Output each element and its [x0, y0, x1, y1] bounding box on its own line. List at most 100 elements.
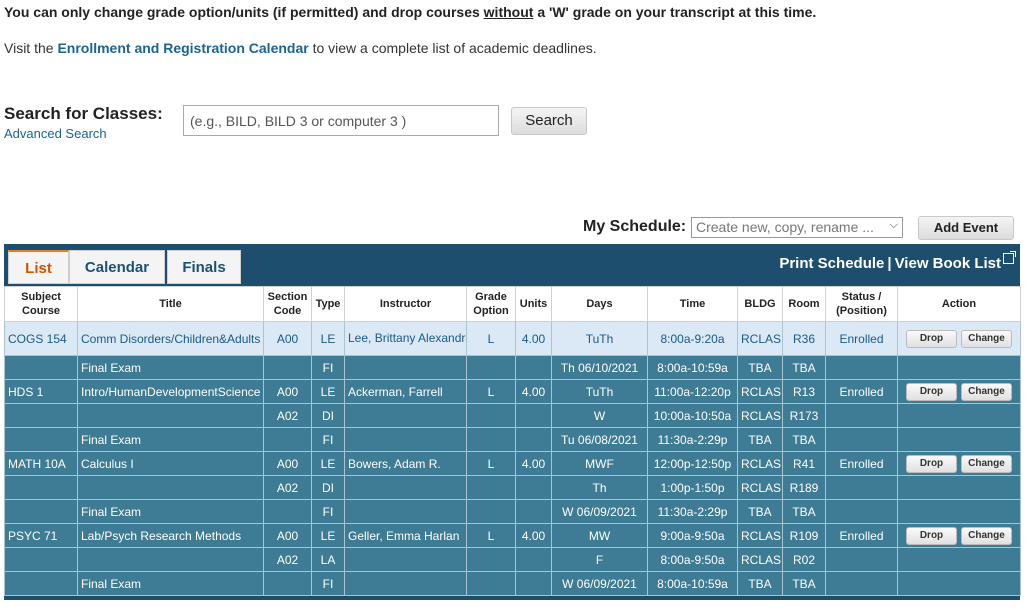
calendar-info-text: Visit the Enrollment and Registration Ca…	[4, 40, 597, 56]
cell-section: A00	[263, 379, 312, 404]
cell-title: Final Exam	[77, 571, 264, 596]
cell-action: Drop Change	[897, 379, 1021, 404]
cell-grade	[466, 499, 516, 524]
column-header: Room	[782, 286, 826, 322]
cell-time: 1:00p-1:50p	[647, 475, 738, 500]
cell-section	[263, 571, 312, 596]
cell-bldg: RCLAS	[737, 547, 783, 572]
change-button[interactable]: Change	[961, 382, 1012, 401]
cell-bldg: TBA	[737, 355, 783, 380]
class-search-input[interactable]	[183, 105, 499, 136]
cell-subject	[4, 427, 78, 452]
table-row: HDS 1 Intro/HumanDevelopmentScience A00 LE A…	[4, 379, 1021, 404]
cell-days: W 06/09/2021	[551, 571, 648, 596]
cell-section	[263, 355, 312, 380]
tab-calendar[interactable]: Calendar	[69, 250, 165, 284]
drop-button[interactable]: Drop	[906, 454, 957, 473]
cell-instructor	[344, 427, 467, 452]
cell-time: 11:30a-2:29p	[647, 499, 738, 524]
cell-type: FI	[311, 427, 345, 452]
change-button[interactable]: Change	[961, 329, 1012, 348]
print-links: Print Schedule | View Book List	[779, 251, 1016, 272]
cell-instructor	[344, 499, 467, 524]
cell-room: TBA	[782, 355, 826, 380]
search-button[interactable]: Search	[511, 107, 587, 135]
column-header: Subject Course	[4, 286, 78, 322]
cell-status: Enrolled	[825, 451, 898, 476]
column-header: Days	[551, 286, 648, 322]
cell-time: 11:00a-12:20p	[647, 379, 738, 404]
cell-units	[515, 475, 552, 500]
table-row: MATH 10A Calculus I A00 LE Bowers, Adam R. L 4…	[4, 451, 1021, 476]
cell-room: R36	[782, 321, 826, 356]
cell-units	[515, 547, 552, 572]
tab-finals[interactable]: Finals	[167, 250, 241, 284]
search-classes-label: Search for Classes:	[4, 104, 163, 123]
cell-time: 8:00a-10:59a	[647, 355, 738, 380]
cell-title: Final Exam	[77, 499, 264, 524]
cell-bldg: RCLAS	[737, 475, 783, 500]
drop-button[interactable]: Drop	[906, 526, 957, 545]
cell-subject	[4, 403, 78, 428]
cell-room: R41	[782, 451, 826, 476]
column-header: Action	[897, 286, 1021, 322]
advanced-search-link[interactable]: Advanced Search	[4, 126, 107, 141]
cell-type: LE	[311, 321, 345, 356]
cell-instructor: Lee, Brittany Alexandra	[344, 321, 467, 356]
cell-days: Th	[551, 475, 648, 500]
column-header: Time	[647, 286, 738, 322]
cell-units: 4.00	[515, 451, 552, 476]
change-button[interactable]: Change	[961, 454, 1012, 473]
cell-units: 4.00	[515, 379, 552, 404]
notice-emphasis: without	[483, 4, 534, 20]
cell-section	[263, 499, 312, 524]
view-book-list-link[interactable]: View Book List	[895, 255, 1001, 272]
cell-grade: L	[466, 523, 516, 548]
cell-grade	[466, 355, 516, 380]
table-row: Final Exam FI Tu 06/08/2021 11:30a-2:29p TBA…	[4, 427, 1021, 452]
cell-action: Drop Change	[897, 523, 1021, 548]
cell-subject	[4, 475, 78, 500]
cell-grade: L	[466, 451, 516, 476]
cell-room: TBA	[782, 499, 826, 524]
drop-button[interactable]: Drop	[906, 382, 957, 401]
change-button[interactable]: Change	[961, 526, 1012, 545]
cell-units: 4.00	[515, 523, 552, 548]
cell-status	[825, 571, 898, 596]
add-event-button[interactable]: Add Event	[918, 216, 1014, 240]
cell-instructor: Ackerman, Farrell	[344, 379, 467, 404]
table-row: Final Exam FI Th 06/10/2021 8:00a-10:59a TBA…	[4, 355, 1021, 380]
drop-policy-notice: You can only change grade option/units (…	[4, 4, 817, 20]
cell-time: 12:00p-12:50p	[647, 451, 738, 476]
column-header: Status / (Position)	[825, 286, 898, 322]
schedule-select[interactable]: Create new, copy, rename ... ⌵	[691, 217, 903, 238]
column-header: Grade Option	[466, 286, 516, 322]
cell-instructor: Geller, Emma Harlan	[344, 523, 467, 548]
cell-grade	[466, 427, 516, 452]
drop-button[interactable]: Drop	[906, 329, 957, 348]
cell-time: 11:30a-2:29p	[647, 427, 738, 452]
cell-action	[897, 355, 1021, 380]
cell-subject	[4, 355, 78, 380]
cell-action	[897, 475, 1021, 500]
cell-subject: HDS 1	[4, 379, 78, 404]
cell-action	[897, 403, 1021, 428]
cell-days: TuTh	[551, 321, 648, 356]
cell-section: A00	[263, 523, 312, 548]
cell-units	[515, 427, 552, 452]
cell-grade	[466, 475, 516, 500]
cell-section: A02	[263, 547, 312, 572]
print-schedule-link[interactable]: Print Schedule	[779, 255, 884, 272]
cell-time: 8:00a-10:59a	[647, 571, 738, 596]
cell-days: W 06/09/2021	[551, 499, 648, 524]
cell-subject: MATH 10A	[4, 451, 78, 476]
cell-title: Lab/Psych Research Methods	[77, 523, 264, 548]
table-row: A02 LA F 8:00a-9:50a RCLAS R02	[4, 547, 1021, 572]
cell-type: FI	[311, 499, 345, 524]
tab-list[interactable]: List	[8, 250, 69, 284]
cell-bldg: RCLAS	[737, 403, 783, 428]
enrollment-calendar-link[interactable]: Enrollment and Registration Calendar	[57, 40, 308, 56]
cell-bldg: RCLAS	[737, 321, 783, 356]
cell-subject	[4, 547, 78, 572]
column-header: Type	[311, 286, 345, 322]
